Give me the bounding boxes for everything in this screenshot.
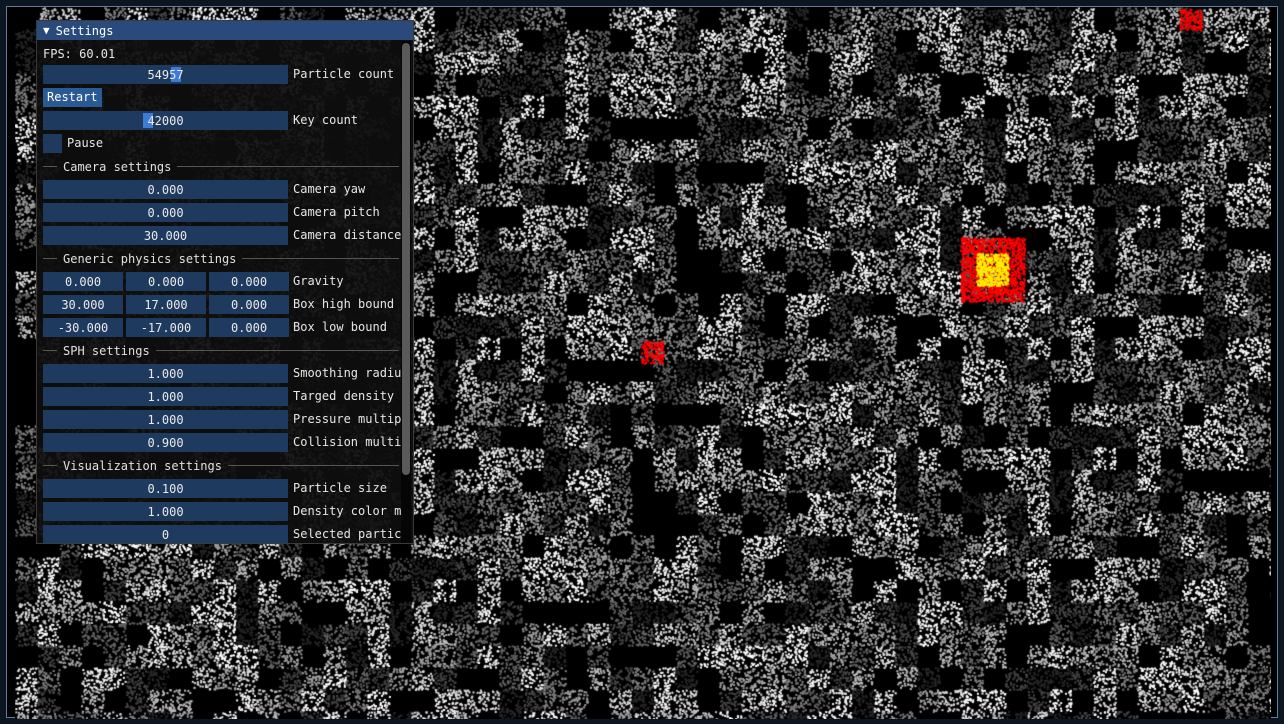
target-density-value: 1.000 (147, 389, 184, 404)
physics-settings-heading: Generic physics settings (63, 251, 237, 266)
camera-yaw-value: 0.000 (147, 182, 184, 197)
smoothing-radius-input[interactable]: 1.000 (43, 364, 288, 383)
particle-size-input[interactable]: 0.100 (43, 479, 288, 498)
pressure-multiplier-label: Pressure multip (293, 412, 402, 426)
settings-window[interactable]: ▼ Settings FPS: 60.01 54957 Particle cou… (36, 20, 414, 544)
settings-titlebar[interactable]: ▼ Settings (37, 21, 413, 40)
particle-count-slider[interactable]: 54957 (43, 65, 288, 84)
camera-pitch-input[interactable]: 0.000 (43, 203, 288, 222)
camera-settings-separator: Camera settings (43, 157, 399, 176)
box-high-z-input[interactable]: 0.000 (209, 295, 289, 314)
collision-multiplier-input[interactable]: 0.900 (43, 433, 288, 452)
camera-settings-heading: Camera settings (63, 159, 172, 174)
gravity-z-input[interactable]: 0.000 (209, 272, 289, 291)
camera-pitch-value: 0.000 (147, 205, 184, 220)
visualization-settings-separator: Visualization settings (43, 456, 399, 475)
gravity-x-input[interactable]: 0.000 (43, 272, 123, 291)
selected-particle-input[interactable]: 0 (43, 525, 288, 543)
scrollbar-thumb[interactable] (402, 43, 410, 475)
pressure-multiplier-input[interactable]: 1.000 (43, 410, 288, 429)
box-high-x-input[interactable]: 30.000 (43, 295, 123, 314)
camera-pitch-label: Camera pitch (293, 205, 380, 219)
key-count-value: 42000 (147, 113, 184, 128)
pressure-multiplier-value: 1.000 (147, 412, 184, 427)
density-color-input[interactable]: 1.000 (43, 502, 288, 521)
smoothing-radius-label: Smoothing radiu (293, 366, 402, 380)
collapse-triangle-icon[interactable]: ▼ (43, 24, 50, 37)
smoothing-radius-value: 1.000 (147, 366, 184, 381)
selected-particle-label: Selected partic (293, 527, 402, 541)
box-high-label: Box high bound (293, 297, 395, 311)
key-count-slider[interactable]: 42000 (43, 111, 288, 130)
box-low-label: Box low bound (293, 320, 387, 334)
box-high-y-input[interactable]: 17.000 (126, 295, 206, 314)
box-low-x-input[interactable]: -30.000 (43, 318, 123, 337)
fps-readout: FPS: 60.01 (43, 47, 116, 61)
particle-size-value: 0.100 (147, 481, 184, 496)
camera-distance-label: Camera distance (293, 228, 402, 242)
particle-size-label: Particle size (293, 481, 387, 495)
density-color-value: 1.000 (147, 504, 184, 519)
target-density-input[interactable]: 1.000 (43, 387, 288, 406)
restart-button[interactable]: Restart (43, 88, 102, 107)
gravity-y-input[interactable]: 0.000 (126, 272, 206, 291)
settings-scrollbar[interactable] (401, 41, 411, 543)
collision-multiplier-value: 0.900 (147, 435, 184, 450)
particle-count-value: 54957 (147, 67, 184, 82)
window-title: Settings (55, 23, 114, 38)
camera-distance-input[interactable]: 30.000 (43, 226, 288, 245)
sph-settings-separator: SPH settings (43, 341, 399, 360)
target-density-label: Targed density (293, 389, 395, 403)
box-low-z-input[interactable]: 0.000 (209, 318, 289, 337)
pause-label: Pause (67, 136, 104, 150)
gravity-label: Gravity (293, 274, 344, 288)
box-low-y-input[interactable]: -17.000 (126, 318, 206, 337)
key-count-label: Key count (293, 113, 359, 127)
camera-yaw-input[interactable]: 0.000 (43, 180, 288, 199)
physics-settings-separator: Generic physics settings (43, 249, 399, 268)
pause-checkbox[interactable] (43, 134, 62, 153)
camera-yaw-label: Camera yaw (293, 182, 366, 196)
sph-settings-heading: SPH settings (63, 343, 150, 358)
density-color-label: Density color m (293, 504, 402, 518)
visualization-settings-heading: Visualization settings (63, 458, 222, 473)
camera-distance-value: 30.000 (143, 228, 188, 243)
selected-particle-value: 0 (161, 527, 170, 542)
particle-count-label: Particle count (293, 67, 395, 81)
collision-multiplier-label: Collision multi (293, 435, 402, 449)
